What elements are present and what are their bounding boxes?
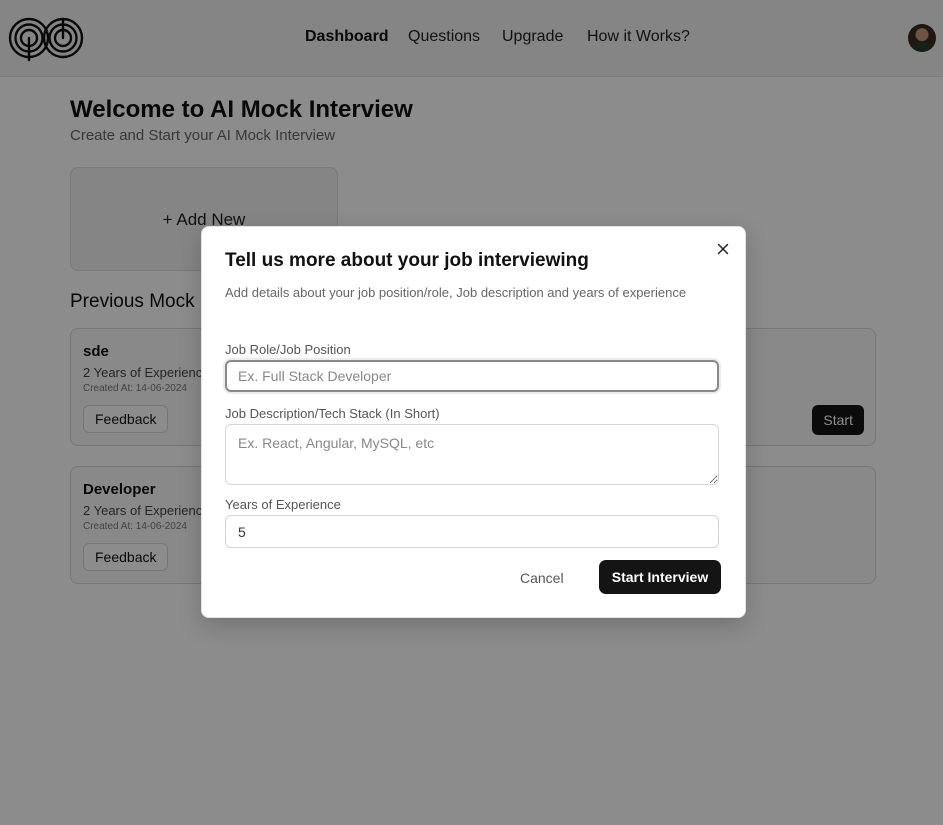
- job-description-textarea[interactable]: [225, 424, 719, 485]
- years-experience-label: Years of Experience: [225, 497, 341, 512]
- close-icon[interactable]: [715, 241, 731, 257]
- job-role-input[interactable]: [225, 360, 719, 392]
- job-details-dialog: Tell us more about your job interviewing…: [201, 226, 746, 618]
- cancel-button[interactable]: Cancel: [506, 561, 578, 595]
- years-experience-input[interactable]: [225, 515, 719, 548]
- dialog-description: Add details about your job position/role…: [225, 285, 687, 300]
- job-role-label: Job Role/Job Position: [225, 342, 351, 357]
- dialog-title: Tell us more about your job interviewing: [225, 250, 589, 271]
- job-description-label: Job Description/Tech Stack (In Short): [225, 406, 440, 421]
- start-interview-button[interactable]: Start Interview: [599, 560, 721, 594]
